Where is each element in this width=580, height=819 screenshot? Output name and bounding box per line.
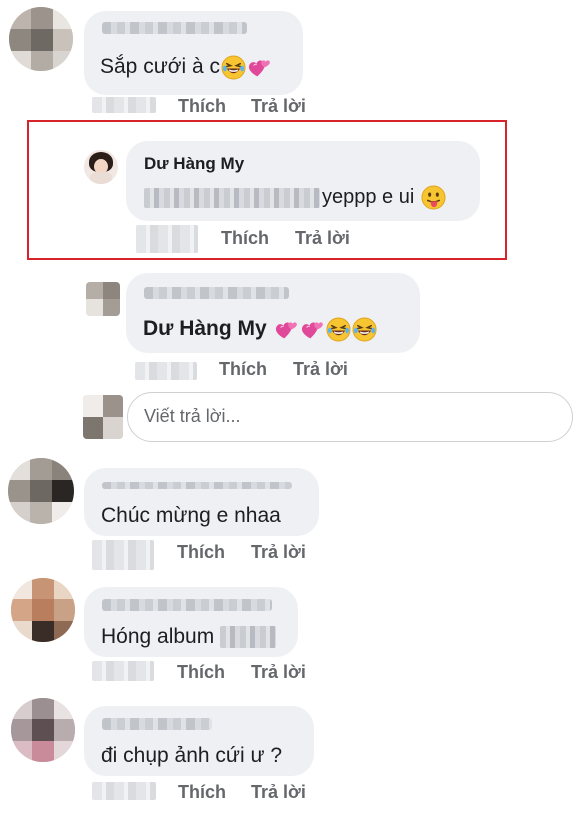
avatar[interactable] (11, 698, 75, 762)
avatar[interactable] (8, 458, 74, 524)
comment-text: Sắp cưới à c (100, 55, 272, 80)
like-button[interactable]: Thích (177, 662, 225, 683)
timestamp[interactable] (92, 540, 154, 570)
author-name[interactable] (144, 287, 289, 299)
avatar[interactable] (11, 578, 75, 642)
comment-bubble: Chúc mừng e nhaa (84, 468, 319, 536)
rolling-laughing-emoji (221, 55, 246, 80)
tongue-out-emoji (421, 185, 446, 210)
two-hearts-emoji (274, 317, 299, 342)
comment-bubble: Dư Hàng My yeppp e ui (126, 141, 480, 221)
avatar[interactable] (84, 150, 118, 184)
avatar[interactable] (86, 282, 120, 316)
timestamp[interactable] (136, 225, 198, 253)
avatar (83, 395, 123, 439)
comment-bubble: đi chụp ảnh cứi ư ? (84, 706, 314, 776)
like-button[interactable]: Thích (221, 228, 269, 249)
like-button[interactable]: Thích (178, 782, 226, 803)
comment-bubble: Hóng album (84, 587, 298, 657)
comment-text: Dư Hàng My (143, 317, 377, 342)
two-hearts-emoji (247, 55, 272, 80)
rolling-laughing-emoji (326, 317, 351, 342)
comment-text: Chúc mừng e nhaa (101, 504, 281, 527)
author-name[interactable]: Dư Hàng My (144, 154, 244, 174)
like-button[interactable]: Thích (178, 96, 226, 117)
comment-bubble: Sắp cưới à c (84, 11, 303, 95)
reply-button[interactable]: Trả lời (293, 359, 348, 380)
reply-button[interactable]: Trả lời (251, 96, 306, 117)
reply-button[interactable]: Trả lời (251, 542, 306, 563)
comment-bubble: Dư Hàng My (126, 273, 420, 353)
comment-text: đi chụp ảnh cứi ư ? (101, 744, 283, 767)
avatar[interactable] (9, 7, 73, 71)
like-button[interactable]: Thích (219, 359, 267, 380)
reply-button[interactable]: Trả lời (251, 662, 306, 683)
like-button[interactable]: Thích (177, 542, 225, 563)
timestamp[interactable] (135, 362, 197, 380)
author-name[interactable] (102, 22, 247, 34)
timestamp[interactable] (92, 661, 154, 681)
author-name[interactable] (102, 599, 272, 611)
reply-input[interactable]: Viết trả lời... (127, 392, 573, 442)
comment-text: yeppp e ui (144, 185, 446, 210)
mention-tag[interactable] (220, 626, 277, 649)
timestamp[interactable] (92, 97, 156, 113)
mention-tag[interactable] (144, 187, 320, 208)
author-name[interactable] (102, 718, 212, 730)
rolling-laughing-emoji (352, 317, 377, 342)
mentioned-name[interactable]: Dư Hàng My (143, 317, 267, 340)
reply-button[interactable]: Trả lời (295, 228, 350, 249)
two-hearts-emoji (300, 317, 325, 342)
comment-text: Hóng album (101, 625, 277, 649)
author-name[interactable] (102, 482, 292, 489)
reply-button[interactable]: Trả lời (251, 782, 306, 803)
timestamp[interactable] (92, 782, 156, 800)
